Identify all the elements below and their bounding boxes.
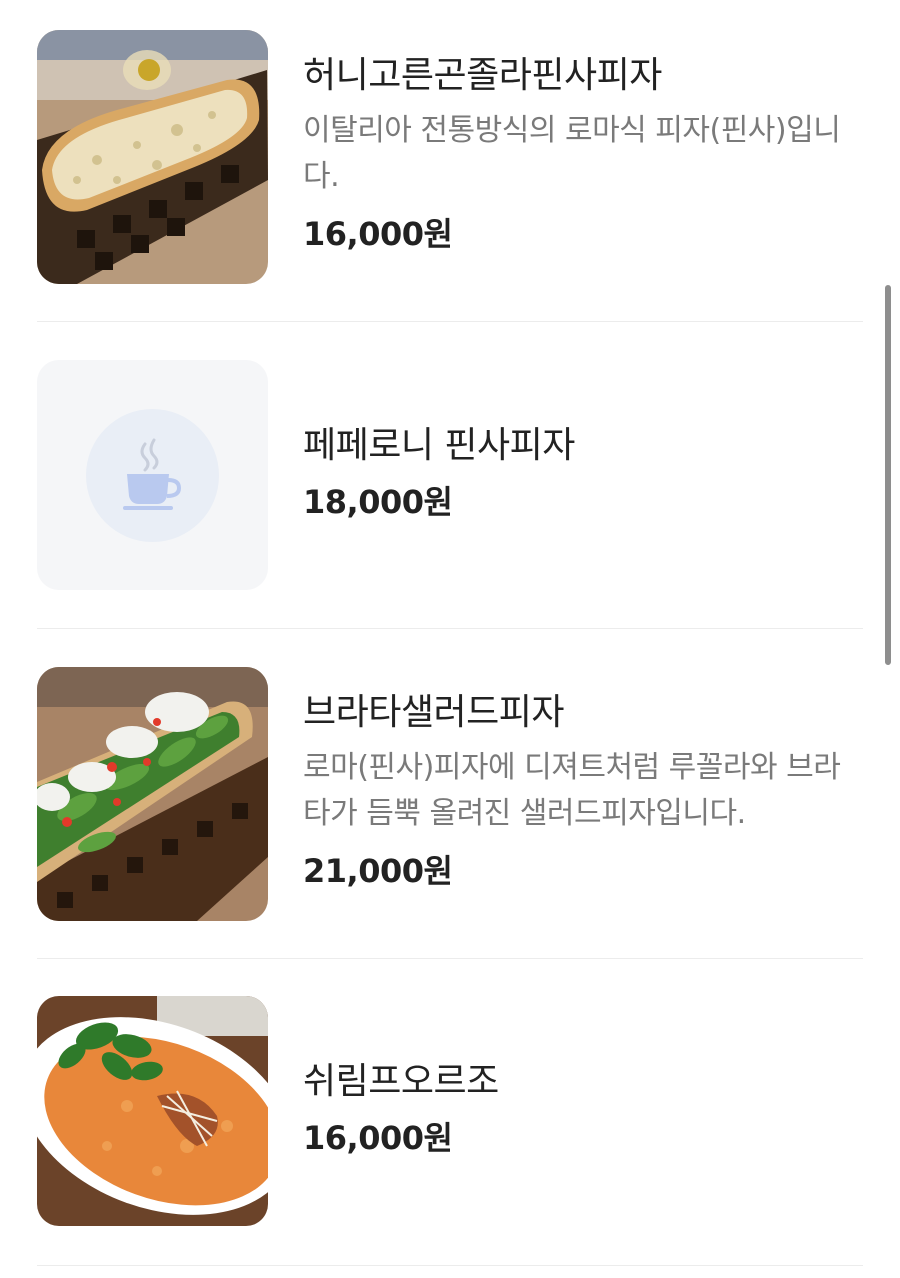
menu-item-name: 허니고른곤졸라핀사피자	[303, 55, 662, 96]
menu-item[interactable]: 쉬림프오르조 16,000원	[37, 996, 863, 1226]
menu-item-price: 21,000원	[303, 852, 453, 890]
coffee-cup-icon	[122, 438, 183, 512]
menu-item[interactable]: 브라타샐러드피자 로마(핀사)피자에 디져트처럼 루꼴라와 브라타가 듬뿍 올려…	[37, 667, 863, 921]
placeholder-circle	[86, 408, 219, 542]
menu-item-image-honey-gorgonzola[interactable]	[37, 30, 268, 284]
menu-item-image-placeholder[interactable]	[37, 360, 268, 590]
menu-list: 허니고른곤졸라핀사피자 이탈리아 전통방식의 로마식 피자(핀사)입니다. 16…	[0, 0, 900, 1278]
divider	[37, 628, 863, 629]
menu-item-info: 브라타샐러드피자 로마(핀사)피자에 디져트처럼 루꼴라와 브라타가 듬뿍 올려…	[303, 691, 863, 891]
menu-item-price: 16,000원	[303, 215, 453, 253]
menu-item-name: 브라타샐러드피자	[303, 692, 564, 733]
menu-item-info: 페페로니 핀사피자 18,000원	[303, 424, 863, 522]
menu-item-name: 페페로니 핀사피자	[303, 425, 575, 466]
menu-item-name: 쉬림프오르조	[303, 1061, 499, 1102]
menu-item-info: 쉬림프오르조 16,000원	[303, 1060, 863, 1158]
divider	[37, 1265, 863, 1266]
menu-item-price: 16,000원	[303, 1119, 453, 1157]
menu-item-image-shrimp-orzo[interactable]	[37, 996, 268, 1226]
menu-item-info: 허니고른곤졸라핀사피자 이탈리아 전통방식의 로마식 피자(핀사)입니다. 16…	[303, 54, 863, 254]
menu-item-description: 이탈리아 전통방식의 로마식 피자(핀사)입니다.	[303, 113, 841, 194]
menu-item[interactable]: 허니고른곤졸라핀사피자 이탈리아 전통방식의 로마식 피자(핀사)입니다. 16…	[37, 30, 863, 284]
divider	[37, 321, 863, 322]
menu-item[interactable]: 페페로니 핀사피자 18,000원	[37, 360, 863, 590]
menu-item-price: 18,000원	[303, 483, 453, 521]
menu-item-image-burrata-salad[interactable]	[37, 667, 268, 921]
divider	[37, 958, 863, 959]
scrollbar[interactable]	[885, 285, 891, 665]
menu-item-description: 로마(핀사)피자에 디져트처럼 루꼴라와 브라타가 듬뿍 올려진 샐러드피자입니…	[303, 750, 841, 831]
